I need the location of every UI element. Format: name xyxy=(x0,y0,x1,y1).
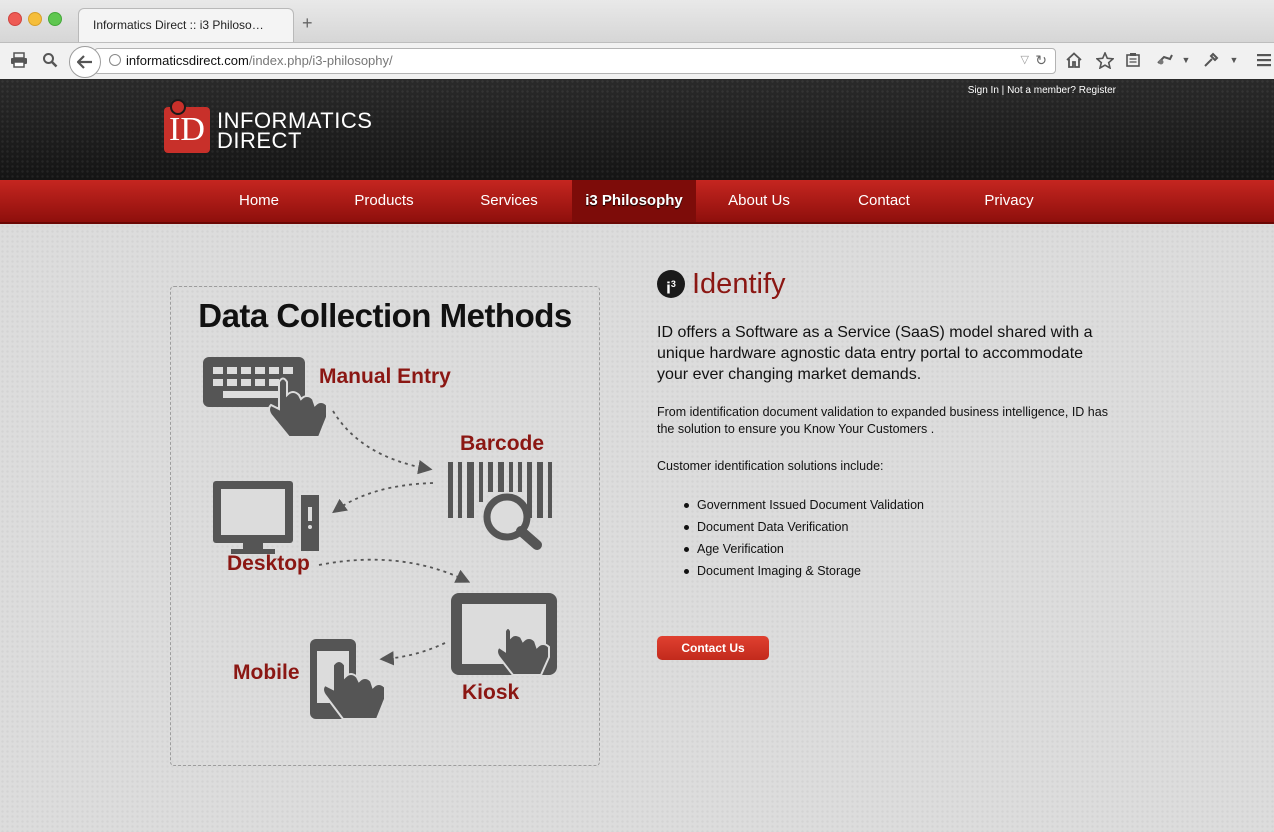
diagram-graphics xyxy=(203,357,557,720)
reading-list-icon[interactable] xyxy=(1123,50,1143,70)
account-separator: | xyxy=(998,85,1008,96)
browser-titlebar: Informatics Direct :: i3 Philoso… + xyxy=(0,0,1274,43)
flow-arrows xyxy=(318,410,471,666)
reload-icon[interactable]: ↻ xyxy=(1035,52,1047,69)
nav-home[interactable]: Home xyxy=(197,180,321,222)
contact-us-button[interactable]: Contact Us xyxy=(657,636,769,660)
extension-icon[interactable] xyxy=(1155,50,1175,70)
eyedropper-dropdown-icon[interactable]: ▼ xyxy=(1224,50,1244,70)
url-dropdown-icon[interactable]: ▽ xyxy=(1021,53,1029,66)
keyboard-icon xyxy=(203,357,328,438)
bookmark-star-icon[interactable] xyxy=(1095,50,1115,70)
logo-dot xyxy=(170,99,186,115)
nav-contact[interactable]: Contact xyxy=(822,180,946,222)
nav-privacy[interactable]: Privacy xyxy=(947,180,1071,222)
list-item: Document Imaging & Storage xyxy=(683,560,924,582)
site-header: ID INFORMATICS DIRECT Sign In | Not a me… xyxy=(0,79,1274,180)
i3-icon: i3 xyxy=(657,270,685,298)
list-item: Age Verification xyxy=(683,538,924,560)
close-window-button[interactable] xyxy=(8,12,22,26)
nav-i3-philosophy[interactable]: i3 Philosophy xyxy=(572,180,696,222)
account-links: Sign In | Not a member? Register xyxy=(968,85,1116,96)
page-title: Identify xyxy=(692,268,786,300)
nav-about-us[interactable]: About Us xyxy=(697,180,821,222)
label-manual-entry: Manual Entry xyxy=(319,365,451,388)
list-item: Document Data Verification xyxy=(683,516,924,538)
zoom-window-button[interactable] xyxy=(48,12,62,26)
nav-services[interactable]: Services xyxy=(447,180,571,222)
register-link[interactable]: Not a member? Register xyxy=(1007,85,1116,96)
tab-title: Informatics Direct :: i3 Philoso… xyxy=(93,18,264,32)
browser-tab[interactable]: Informatics Direct :: i3 Philoso… xyxy=(78,8,294,43)
eyedropper-icon[interactable] xyxy=(1201,50,1221,70)
nav-products[interactable]: Products xyxy=(322,180,446,222)
data-collection-diagram: Data Collection Methods Manual Entry Bar… xyxy=(170,286,600,766)
globe-icon xyxy=(109,54,121,66)
desktop-icon xyxy=(213,481,319,554)
list-item: Government Issued Document Validation xyxy=(683,494,924,516)
body-paragraph-1: From identification document validation … xyxy=(657,405,1108,436)
body-paragraph-2: Customer identification solutions includ… xyxy=(657,459,884,473)
label-barcode: Barcode xyxy=(460,432,545,455)
menu-icon[interactable] xyxy=(1254,50,1274,70)
address-bar[interactable]: informaticsdirect.com/index.php/i3-philo… xyxy=(94,48,1056,74)
home-icon[interactable] xyxy=(1064,50,1084,70)
url-text[interactable]: informaticsdirect.com/index.php/i3-philo… xyxy=(126,53,393,68)
label-kiosk: Kiosk xyxy=(462,681,520,704)
browser-toolbar: informaticsdirect.com/index.php/i3-philo… xyxy=(0,42,1274,80)
new-tab-icon[interactable]: + xyxy=(302,13,313,34)
main-nav: Home Products Services i3 Philosophy Abo… xyxy=(0,180,1274,224)
back-button[interactable] xyxy=(69,46,101,78)
kiosk-icon xyxy=(451,593,557,676)
minimize-window-button[interactable] xyxy=(28,12,42,26)
search-icon[interactable] xyxy=(40,50,60,70)
sign-in-link[interactable]: Sign In xyxy=(968,85,999,96)
page-content: Data Collection Methods Manual Entry Bar… xyxy=(0,224,1274,832)
extension-dropdown-icon[interactable]: ▼ xyxy=(1176,50,1196,70)
solutions-list: Government Issued Document Validation Do… xyxy=(683,494,924,582)
mobile-icon xyxy=(310,639,386,720)
logo-mark: ID xyxy=(164,107,210,153)
label-desktop: Desktop xyxy=(227,552,310,575)
print-icon[interactable] xyxy=(9,50,29,70)
lead-paragraph: ID offers a Software as a Service (SaaS)… xyxy=(657,324,1093,383)
barcode-icon xyxy=(448,462,552,550)
label-mobile: Mobile xyxy=(233,661,300,684)
logo-text: INFORMATICS DIRECT xyxy=(217,108,373,153)
